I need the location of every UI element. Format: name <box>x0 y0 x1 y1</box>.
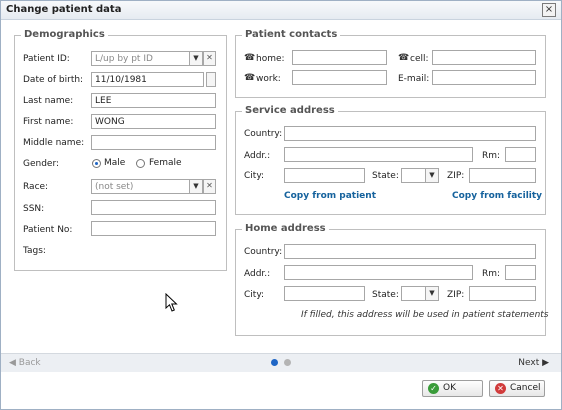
change-patient-dialog: Change patient data × Demographics Patie… <box>0 0 562 410</box>
home-address-legend: Home address <box>242 223 329 234</box>
home-addr-label: Addr.: <box>244 269 271 279</box>
patient-id-label: Patient ID: <box>23 54 70 64</box>
service-state-dropdown-icon[interactable]: ▼ <box>426 168 439 183</box>
service-address-legend: Service address <box>242 105 338 116</box>
ssn-input[interactable] <box>91 200 216 215</box>
race-select[interactable]: (not set) <box>91 179 190 194</box>
ssn-label: SSN: <box>23 204 45 214</box>
home-country-input[interactable] <box>284 244 536 259</box>
email-label: E-mail: <box>398 74 430 84</box>
patient-id-dropdown-icon[interactable]: ▼ <box>190 51 203 66</box>
email-input[interactable] <box>432 70 536 85</box>
home-state-select[interactable] <box>401 286 426 301</box>
page-dot-1[interactable] <box>271 359 278 366</box>
home-country-label: Country: <box>244 247 283 257</box>
gender-label: Gender: <box>23 159 60 169</box>
service-city-input[interactable] <box>284 168 365 183</box>
dialog-title: Change patient data <box>6 4 122 15</box>
home-state-dropdown-icon[interactable]: ▼ <box>426 286 439 301</box>
service-state-select[interactable] <box>401 168 426 183</box>
first-name-input[interactable]: WONG <box>91 114 216 129</box>
work-phone-icon: ☎ <box>244 73 256 83</box>
gender-female-label[interactable]: Female <box>149 158 182 168</box>
service-addr-input[interactable] <box>284 147 473 162</box>
home-phone-input[interactable] <box>292 50 387 65</box>
copy-from-patient-link[interactable]: Copy from patient <box>284 191 376 201</box>
service-country-label: Country: <box>244 129 283 139</box>
home-rm-label: Rm: <box>482 269 501 279</box>
close-icon[interactable]: × <box>542 3 556 17</box>
dob-input[interactable]: 11/10/1981 <box>91 72 204 87</box>
home-city-label: City: <box>244 290 265 300</box>
patient-no-label: Patient No: <box>23 225 73 235</box>
home-rm-input[interactable] <box>505 265 536 280</box>
patient-id-clear-icon[interactable]: ✕ <box>203 51 216 66</box>
dob-label: Date of birth: <box>23 75 84 85</box>
demographics-legend: Demographics <box>21 29 108 40</box>
work-phone-input[interactable] <box>292 70 387 85</box>
home-state-label: State: <box>372 290 399 300</box>
service-zip-input[interactable] <box>469 168 536 183</box>
title-bar[interactable]: Change patient data × <box>1 1 561 20</box>
home-city-input[interactable] <box>284 286 365 301</box>
service-zip-label: ZIP: <box>447 171 465 181</box>
dialog-footer: ✓ OK ✕ Cancel <box>1 372 561 409</box>
home-address-note: If filled, this address will be used in … <box>301 310 549 320</box>
cancel-label: Cancel <box>510 383 541 393</box>
patient-contacts-legend: Patient contacts <box>242 29 341 40</box>
ok-label: OK <box>443 383 456 393</box>
next-button[interactable]: Next ▶ <box>518 358 549 368</box>
service-rm-label: Rm: <box>482 151 501 161</box>
wizard-nav-bar: ◀ Back Next ▶ <box>1 353 561 373</box>
cell-phone-input[interactable] <box>432 50 536 65</box>
calendar-icon[interactable] <box>206 72 216 87</box>
home-addr-input[interactable] <box>284 265 473 280</box>
service-state-label: State: <box>372 171 399 181</box>
last-name-input[interactable]: LEE <box>91 93 216 108</box>
last-name-label: Last name: <box>23 96 74 106</box>
page-dot-2[interactable] <box>284 359 291 366</box>
cell-phone-label: cell: <box>410 54 429 64</box>
copy-from-facility-link[interactable]: Copy from facility <box>452 191 542 201</box>
patient-id-input[interactable]: L/up by pt ID <box>91 51 190 66</box>
service-country-input[interactable] <box>284 126 536 141</box>
gender-male-label[interactable]: Male <box>104 158 125 168</box>
tags-label: Tags: <box>23 246 46 256</box>
service-city-label: City: <box>244 171 265 181</box>
patient-no-input[interactable] <box>91 221 216 236</box>
gender-male-radio[interactable] <box>92 159 101 168</box>
back-button[interactable]: ◀ Back <box>9 358 41 368</box>
cancel-x-icon: ✕ <box>495 383 506 394</box>
first-name-label: First name: <box>23 117 74 127</box>
cell-phone-icon: ☎ <box>398 53 410 63</box>
home-zip-input[interactable] <box>469 286 536 301</box>
middle-name-input[interactable] <box>91 135 216 150</box>
home-zip-label: ZIP: <box>447 290 465 300</box>
patient-contacts-group: Patient contacts <box>235 29 546 98</box>
service-addr-label: Addr.: <box>244 151 271 161</box>
mouse-cursor-icon <box>165 293 178 312</box>
service-rm-input[interactable] <box>505 147 536 162</box>
cancel-button[interactable]: ✕ Cancel <box>489 380 545 397</box>
race-dropdown-icon[interactable]: ▼ <box>190 179 203 194</box>
gender-female-radio[interactable] <box>136 159 145 168</box>
ok-button[interactable]: ✓ OK <box>422 380 483 397</box>
ok-check-icon: ✓ <box>428 383 439 394</box>
race-label: Race: <box>23 182 49 192</box>
race-clear-icon[interactable]: ✕ <box>203 179 216 194</box>
home-phone-label: home: <box>256 54 285 64</box>
home-phone-icon: ☎ <box>244 53 256 63</box>
middle-name-label: Middle name: <box>23 138 85 148</box>
work-phone-label: work: <box>256 74 281 84</box>
